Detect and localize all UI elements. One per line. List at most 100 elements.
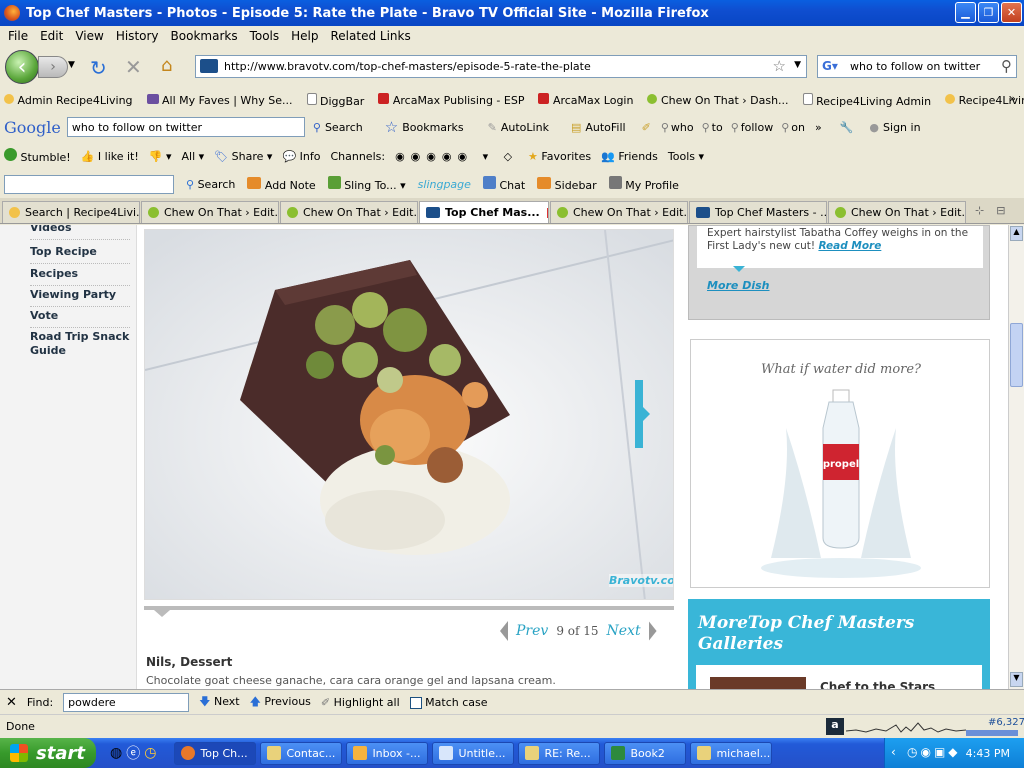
tab[interactable]: Search | Recipe4Livi... [2,201,140,223]
nav-vote[interactable]: Vote [30,309,130,328]
close-find-icon[interactable]: ✕ [6,695,17,710]
sling-to-dropdown[interactable]: Sling To... ▾ [327,176,406,192]
clock-quicklaunch-icon[interactable]: ◷ [144,745,156,761]
menu-tools[interactable]: Tools [244,29,286,43]
scroll-thumb[interactable] [1010,323,1023,387]
add-note-button[interactable]: Add Note [247,176,316,192]
bookmark-item[interactable]: All My Faves | Why Se... [146,93,293,107]
prev-link[interactable]: Prev [516,623,548,639]
scroll-up-icon[interactable]: ▲ [1010,226,1023,241]
highlight-all-button[interactable]: ✐ Highlight all [321,696,400,709]
magnifier-icon[interactable]: ⚲ [1001,57,1012,75]
google-signin-button[interactable]: Sign in [883,121,921,134]
taskbar-item[interactable]: michael... [690,741,773,765]
restore-button[interactable]: ❐ [978,2,999,23]
read-more-link[interactable]: Read More [818,240,881,252]
autolink-button[interactable]: AutoLink [501,121,549,134]
google-engine-icon[interactable]: G▾ [822,59,838,73]
menu-edit[interactable]: Edit [34,29,69,43]
bookmark-item[interactable]: Recipe4Living Admin [802,92,931,108]
google-search-button[interactable]: Search [325,121,363,134]
taskbar-item[interactable]: Top Ch... [174,741,257,765]
word-find-button[interactable]: who [671,121,694,134]
menu-related-links[interactable]: Related Links [325,29,417,43]
favorites-button[interactable]: ★ Favorites [528,150,591,163]
menu-bookmarks[interactable]: Bookmarks [165,29,244,43]
forward-button[interactable]: › [38,56,68,78]
nav-road-trip-snack-guide[interactable]: Road Trip Snack Guide [30,330,130,362]
slingpage-logo[interactable]: slingpage [418,178,471,191]
tab[interactable]: Chew On That › Edit... [280,201,418,223]
ie-quicklaunch-icon[interactable]: ⓔ [126,743,140,763]
gallery-item[interactable]: Chef to the Stars [696,665,982,689]
google-search-input[interactable]: who to follow on twitter [66,117,305,137]
tray-icons[interactable]: ◷◉▣◆ [907,745,961,759]
find-input[interactable]: powdere [63,692,190,712]
gallery-photo[interactable]: Bravotv.com [144,229,674,600]
find-previous-button[interactable]: 🡅 Previous [250,693,311,712]
chevron-more-icon[interactable]: » [815,121,822,134]
prev-arrow-icon[interactable] [500,621,508,641]
word-find-button[interactable]: follow [741,121,773,134]
nav-videos[interactable]: Videos [30,225,130,240]
menu-help[interactable]: Help [285,29,324,43]
next-arrow-icon[interactable] [648,621,657,641]
tab-list-icon[interactable]: ⊹ [975,204,984,217]
match-case-checkbox[interactable]: Match case [409,696,488,709]
back-button[interactable]: ‹ [5,50,39,84]
dislike-button[interactable]: 👎 ▾ [149,150,172,163]
toolbar-search-button[interactable]: ⚲ Search [186,178,235,191]
nav-top-recipe[interactable]: Top Recipe [30,245,130,264]
minimize-button[interactable]: ▁ [955,2,976,23]
star-bookmark-icon[interactable]: ☆ [773,57,786,75]
word-find-button[interactable]: to [712,121,723,134]
taskbar-item[interactable]: Contac... [260,741,343,765]
menu-view[interactable]: View [69,29,109,43]
find-next-button[interactable]: 🡇 Next [199,693,239,712]
alexa-icon[interactable]: a [826,718,844,735]
stop-icon[interactable]: ✕ [125,55,142,79]
like-button[interactable]: 👍 I like it! [81,150,139,163]
page-scrollbar[interactable]: ▲ ▼ [1008,225,1024,689]
reload-icon[interactable]: ↻ [90,56,107,80]
profile-button[interactable]: My Profile [608,176,679,192]
bookmark-item[interactable]: Chew On That › Dash... [647,93,789,107]
firefox-quicklaunch-icon[interactable]: ◍ [110,745,122,761]
search-input[interactable]: G▾ who to follow on twitter ⚲ [817,55,1017,78]
sidebar-button[interactable]: Sidebar [537,176,597,192]
bookmark-item[interactable]: Admin Recipe4Living [4,93,133,107]
tab-active[interactable]: Top Chef Mas...✕ [419,201,549,223]
tray-expand-icon[interactable]: ‹ [891,745,896,759]
chevron-more-icon[interactable]: » [1009,92,1016,105]
tab[interactable]: Chew On That › Edit... [141,201,279,223]
chat-button[interactable]: Chat [482,176,525,192]
friends-button[interactable]: 👥 Friends [601,150,658,163]
stumble-button[interactable]: Stumble! [4,148,71,164]
bookmark-item[interactable]: ArcaMax Login [538,93,633,107]
all-dropdown[interactable]: All ▾ [182,150,205,163]
scroll-down-icon[interactable]: ▼ [1010,672,1023,687]
wrench-icon[interactable]: 🔧 [840,121,854,134]
nav-viewing-party[interactable]: Viewing Party [30,288,130,307]
close-tab-icon[interactable]: ✕ [546,207,548,218]
tab[interactable]: Chew On That › Edit... [550,201,688,223]
start-button[interactable]: start [0,738,96,768]
more-dish-link[interactable]: More Dish [707,279,770,292]
menu-file[interactable]: File [2,29,34,43]
close-window-button[interactable]: ✕ [1001,2,1022,23]
taskbar-item[interactable]: Inbox -... [346,741,429,765]
channel-icons[interactable]: ◉◉◉◉◉ ▾ ◇ [395,150,518,163]
nav-recipes[interactable]: Recipes [30,267,130,286]
autofill-button[interactable]: AutoFill [585,121,625,134]
share-button[interactable]: 🏷 Share ▾ [214,150,272,163]
bookmark-item[interactable]: ArcaMax Publising - ESP [378,93,524,107]
next-link[interactable]: Next [607,623,641,639]
info-button[interactable]: 💬 Info [282,150,320,163]
google-search-icon[interactable]: ⚲ [313,121,321,134]
menu-history[interactable]: History [110,29,165,43]
google-logo[interactable]: Google [4,118,61,137]
tab[interactable]: Top Chef Masters - ... [689,201,827,223]
url-bar[interactable]: http://www.bravotv.com/top-chef-masters/… [195,55,807,78]
bookmark-item[interactable]: DiggBar [306,92,364,108]
highlighter-icon[interactable]: ✐ [642,121,651,134]
